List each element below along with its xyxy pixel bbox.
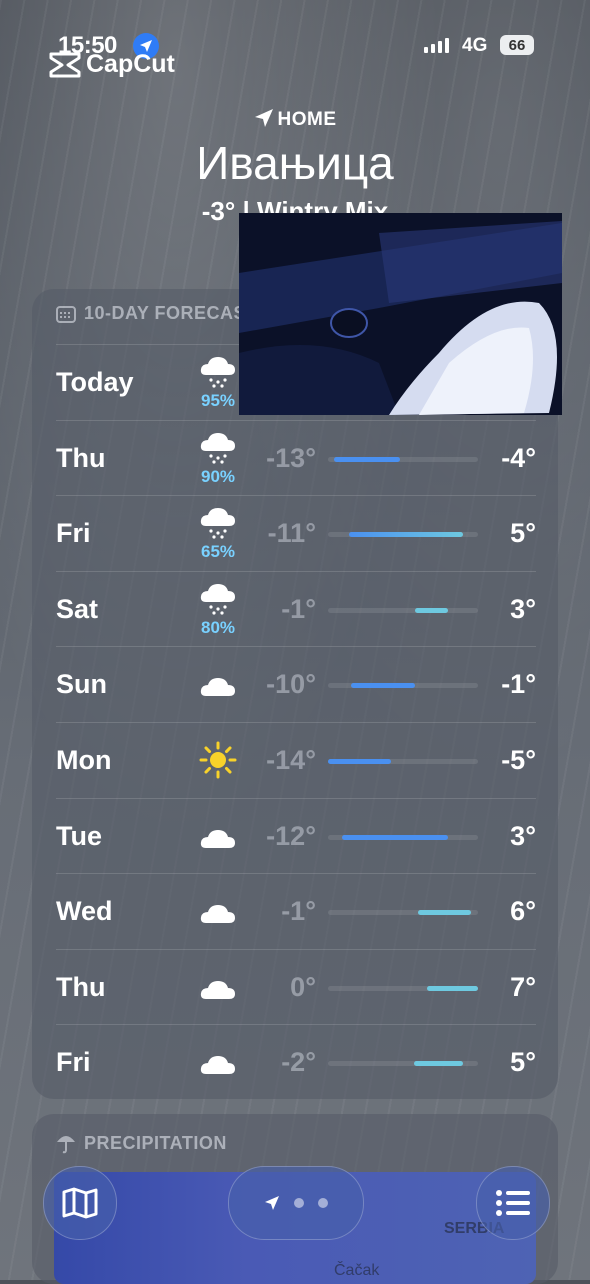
snow-cloud-icon	[198, 502, 238, 542]
forecast-row[interactable]: Thu 0° 7°	[56, 948, 536, 1025]
snow-cloud-icon	[198, 578, 238, 618]
forecast-header: 10-DAY FORECAST	[56, 303, 258, 324]
low-temp: -11°	[267, 518, 316, 549]
high-temp: 6°	[510, 896, 536, 927]
high-temp: 5°	[510, 1047, 536, 1078]
map-button[interactable]	[43, 1166, 117, 1240]
city-name: Ивањица	[196, 137, 394, 189]
map-icon	[62, 1187, 98, 1219]
low-temp: -10°	[266, 669, 316, 700]
temp-range-fill	[334, 456, 400, 462]
temp-range-fill	[427, 985, 478, 991]
low-temp: -13°	[266, 442, 316, 473]
temp-range-bar	[328, 456, 478, 462]
temp-range-fill	[341, 834, 448, 840]
forecast-row[interactable]: Sat 80% -1° 3°	[56, 570, 536, 647]
high-temp: 5°	[510, 518, 536, 549]
cloud-icon	[198, 891, 238, 931]
capcut-watermark: CapCut	[48, 50, 175, 79]
forecast-day: Today	[56, 367, 134, 397]
low-temp: -14°	[266, 745, 316, 775]
status-bar: 15:50 CapCut 4G 66	[0, 30, 590, 78]
forecast-row[interactable]: Thu 90% -13° -4°	[56, 419, 536, 496]
high-temp: 3°	[510, 593, 536, 624]
low-temp: -1°	[281, 593, 316, 624]
capcut-logo-icon	[49, 52, 81, 77]
temp-range-bar	[328, 985, 478, 991]
high-temp: -1°	[501, 669, 536, 700]
temp-range-bar	[328, 834, 478, 840]
high-temp: 7°	[510, 971, 536, 1002]
calendar-icon	[56, 305, 76, 323]
forecast-day: Fri	[56, 518, 91, 549]
temp-range-fill	[349, 532, 463, 538]
capcut-label: CapCut	[86, 50, 175, 78]
high-temp: -5°	[501, 745, 536, 775]
precip-chance: 90%	[200, 466, 236, 486]
high-temp: 3°	[510, 820, 536, 851]
low-temp: -2°	[281, 1047, 316, 1078]
sun-icon	[198, 740, 238, 780]
forecast-row[interactable]: Mon -14° -5°	[56, 722, 536, 798]
forecast-row[interactable]: Fri -2° 5°	[56, 1024, 536, 1100]
snow-cloud-icon	[198, 427, 238, 467]
forecast-title: 10-DAY FORECAST	[84, 303, 258, 323]
video-overlay[interactable]	[239, 213, 562, 415]
low-temp: -12°	[266, 820, 316, 851]
car-interior-image	[239, 213, 562, 415]
cloud-icon	[198, 816, 238, 856]
battery-icon: 66	[500, 35, 534, 55]
forecast-row[interactable]: Fri 65% -11° 5°	[56, 495, 536, 571]
battery-level: 66	[508, 36, 526, 54]
forecast-day: Wed	[56, 896, 113, 927]
cloud-icon	[198, 1042, 238, 1082]
high-temp: -4°	[501, 442, 536, 473]
cloud-icon	[198, 967, 238, 1007]
list-icon	[496, 1190, 530, 1216]
page-dot	[318, 1198, 328, 1208]
cloud-icon	[198, 664, 238, 704]
map-label-cacak: Čačak	[334, 1262, 380, 1279]
temp-range-bar	[328, 607, 478, 613]
snow-cloud-icon	[198, 351, 238, 391]
forecast-row[interactable]: Wed -1° 6°	[56, 873, 536, 949]
page-indicator[interactable]	[228, 1166, 364, 1240]
precipitation-header: PRECIPITATION	[56, 1132, 227, 1154]
temp-range-fill	[415, 607, 448, 613]
precip-chance: 80%	[200, 617, 236, 637]
forecast-day: Sat	[56, 593, 99, 624]
temp-range-bar	[328, 532, 478, 538]
forecast-row[interactable]: Tue -12° 3°	[56, 797, 536, 874]
temp-range-fill	[413, 1061, 463, 1067]
forecast-day: Sun	[56, 669, 107, 700]
forecast-day: Thu	[56, 971, 106, 1002]
forecast-day: Fri	[56, 1047, 91, 1078]
forecast-day: Thu	[56, 442, 106, 473]
temp-range-bar	[328, 759, 478, 764]
page-dot	[294, 1198, 304, 1208]
network-type: 4G	[462, 35, 488, 56]
signal-icon	[424, 38, 449, 53]
temp-range-bar	[328, 683, 478, 689]
home-label: HOME	[0, 108, 590, 131]
temp-range-fill	[328, 759, 391, 764]
temp-range-bar	[328, 1061, 478, 1067]
low-temp: -1°	[281, 896, 316, 927]
precip-chance: 65%	[200, 542, 236, 562]
umbrella-icon	[57, 1136, 75, 1154]
forecast-day: Mon	[56, 745, 112, 775]
temp-range-fill	[350, 683, 415, 689]
forecast-row[interactable]: Sun -10° -1°	[56, 646, 536, 722]
location-arrow-icon	[265, 1196, 279, 1210]
low-temp: 0°	[290, 971, 316, 1002]
location-arrow-icon	[254, 109, 273, 127]
temp-range-fill	[418, 910, 471, 916]
precipitation-title: PRECIPITATION	[84, 1132, 227, 1153]
forecast-day: Tue	[56, 820, 102, 851]
list-button[interactable]	[476, 1166, 550, 1240]
temp-range-bar	[328, 910, 478, 916]
